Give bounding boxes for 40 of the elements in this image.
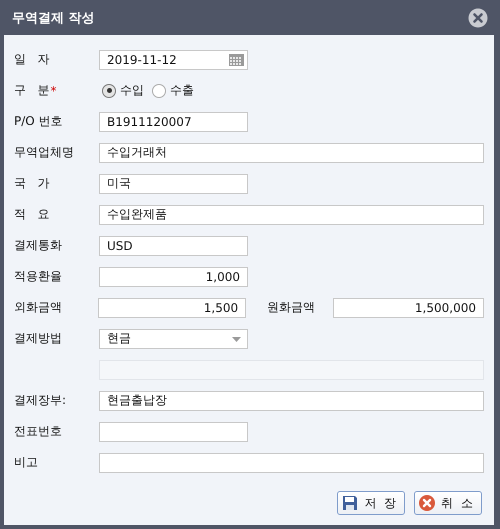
cancel-icon [419,495,436,511]
text-field[interactable]: 수입완제품 [98,204,484,224]
radio-label[interactable]: 수출 [170,82,194,99]
field-label: 무역업체명 [14,144,74,161]
date-field[interactable]: 2019-11-12 [99,50,248,70]
text-field[interactable]: 수입거래처 [98,142,484,162]
field-label: 적 요 [14,206,50,223]
field-label: 원화금액 [267,299,316,316]
field-label: 전표번호 [14,423,62,440]
field-label: 적용환율 [14,268,62,285]
number-field[interactable]: 1,500,000 [333,298,484,318]
text-field[interactable]: USD [99,236,248,256]
radio-button[interactable] [152,84,166,98]
text-field[interactable]: 현금출납장 [98,390,484,410]
radio-label[interactable]: 수입 [120,82,144,99]
text-field[interactable]: 미국 [99,174,248,194]
field-label: 외화금액 [14,299,62,316]
field-label: 결제방법 [14,330,62,347]
cancel-button[interactable]: 취 소 [414,491,482,515]
text-field[interactable]: B1911120007 [99,112,248,132]
floppy-icon [342,495,358,511]
field-label: 일 자 [14,51,50,68]
number-field[interactable]: 1,500 [98,298,246,318]
calendar-icon[interactable] [229,54,244,66]
required-mark: * [50,84,56,98]
radio-button[interactable] [102,84,116,98]
field-label: 결제장부: [14,392,66,409]
field-label: P/O 번호 [14,113,63,130]
caret-icon [232,336,241,342]
field-label: 구 분 [14,82,50,99]
text-field[interactable] [98,452,484,472]
dropdown[interactable]: 현금 [99,328,248,348]
field-label: 국 가 [14,175,50,192]
save-button[interactable]: 저 장 [337,491,406,515]
text-field[interactable] [99,422,248,442]
field-label: 비고 [14,454,38,471]
close-icon[interactable] [468,8,488,28]
number-field[interactable]: 1,000 [99,266,248,286]
window-title: 무역결제 작성 [12,10,95,26]
field-label: 결제통화 [14,237,62,254]
